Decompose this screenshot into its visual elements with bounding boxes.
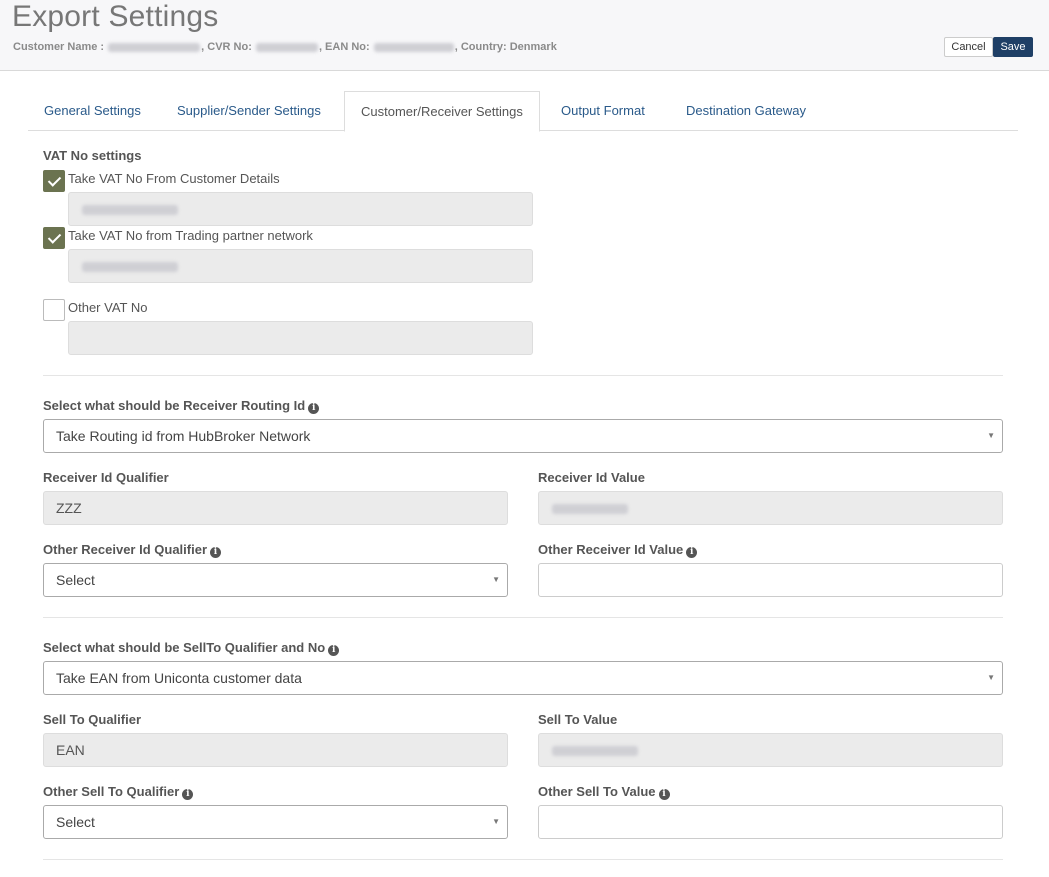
other-receiver-id-value-label: Other Receiver Id Value i bbox=[538, 542, 698, 558]
settings-tabs: General Settings Supplier/Sender Setting… bbox=[28, 91, 1018, 132]
other-vat-input[interactable] bbox=[68, 321, 533, 355]
other-vat-checkbox[interactable] bbox=[43, 299, 65, 321]
other-sell-to-qualifier-label: Other Sell To Qualifier i bbox=[43, 784, 194, 800]
receiver-id-qualifier-value: ZZZ bbox=[43, 491, 508, 525]
cvr-label: , CVR No: bbox=[201, 41, 252, 53]
country-text: , Country: Denmark bbox=[454, 41, 557, 53]
redacted-cvr-number bbox=[255, 42, 318, 52]
receiver-id-qualifier-label: Receiver Id Qualifier bbox=[43, 470, 169, 485]
info-circle-icon[interactable]: i bbox=[210, 547, 222, 558]
sell-to-value-field bbox=[538, 733, 1003, 767]
customer-info: Customer Name : , CVR No: , EAN No: , Co… bbox=[13, 41, 557, 53]
other-vat-label: Other VAT No bbox=[68, 300, 148, 315]
ean-label: , EAN No: bbox=[318, 41, 370, 53]
tab-supplier-sender-settings[interactable]: Supplier/Sender Settings bbox=[161, 91, 337, 131]
other-receiver-id-qualifier-select[interactable]: Select ▼ bbox=[43, 563, 508, 597]
info-circle-icon[interactable]: i bbox=[308, 403, 320, 414]
vat-from-customer-label: Take VAT No From Customer Details bbox=[68, 171, 280, 186]
other-sell-to-value-input[interactable] bbox=[538, 805, 1003, 839]
vat-settings-heading: VAT No settings bbox=[43, 148, 142, 163]
receiver-routing-select[interactable]: Take Routing id from HubBroker Network ▼ bbox=[43, 419, 1003, 453]
tab-customer-receiver-settings[interactable]: Customer/Receiver Settings bbox=[344, 91, 540, 132]
sell-to-qualifier-label: Sell To Qualifier bbox=[43, 712, 142, 727]
other-receiver-id-value-input[interactable] bbox=[538, 563, 1003, 597]
section-divider bbox=[43, 617, 1003, 618]
vat-from-customer-value bbox=[68, 192, 533, 226]
vat-from-customer-checkbox[interactable] bbox=[43, 170, 65, 192]
caret-down-icon: ▼ bbox=[492, 817, 500, 826]
vat-from-network-checkbox[interactable] bbox=[43, 227, 65, 249]
customer-name-label: Customer Name : bbox=[13, 41, 105, 53]
redacted-ean-number bbox=[373, 42, 454, 52]
section-divider bbox=[43, 859, 1003, 860]
vat-from-network-value bbox=[68, 249, 533, 283]
other-receiver-id-qualifier-label: Other Receiver Id Qualifier i bbox=[43, 542, 222, 558]
cancel-button[interactable]: Cancel bbox=[944, 37, 993, 57]
caret-down-icon: ▼ bbox=[987, 431, 995, 440]
receiver-routing-heading: Select what should be Receiver Routing I… bbox=[43, 398, 320, 414]
info-circle-icon[interactable]: i bbox=[328, 645, 340, 656]
redacted-customer-name bbox=[108, 42, 201, 52]
info-circle-icon[interactable]: i bbox=[658, 789, 670, 800]
save-button[interactable]: Save bbox=[993, 37, 1033, 57]
sellto-select[interactable]: Take EAN from Uniconta customer data ▼ bbox=[43, 661, 1003, 695]
tab-general-settings[interactable]: General Settings bbox=[28, 91, 157, 131]
other-sell-to-value-label: Other Sell To Value i bbox=[538, 784, 670, 800]
section-divider bbox=[43, 375, 1003, 376]
receiver-id-value-label: Receiver Id Value bbox=[538, 470, 645, 485]
caret-down-icon: ▼ bbox=[492, 575, 500, 584]
other-sell-to-qualifier-select[interactable]: Select ▼ bbox=[43, 805, 508, 839]
vat-from-network-label: Take VAT No from Trading partner network bbox=[68, 228, 313, 243]
caret-down-icon: ▼ bbox=[987, 673, 995, 682]
tab-destination-gateway[interactable]: Destination Gateway bbox=[670, 91, 822, 131]
page-header: Export Settings Customer Name : , CVR No… bbox=[0, 0, 1049, 71]
sellto-heading: Select what should be SellTo Qualifier a… bbox=[43, 640, 340, 656]
tab-output-format[interactable]: Output Format bbox=[545, 91, 661, 131]
info-circle-icon[interactable]: i bbox=[686, 547, 698, 558]
sell-to-qualifier-value: EAN bbox=[43, 733, 508, 767]
receiver-id-value-field bbox=[538, 491, 1003, 525]
sell-to-value-label: Sell To Value bbox=[538, 712, 618, 727]
page-title: Export Settings bbox=[12, 0, 219, 33]
info-circle-icon[interactable]: i bbox=[182, 789, 194, 800]
